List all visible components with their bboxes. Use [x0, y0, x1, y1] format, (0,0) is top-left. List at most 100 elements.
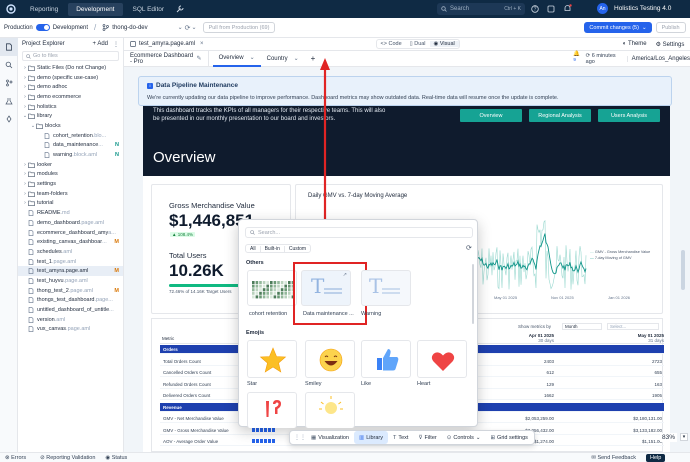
help-icon[interactable]: ?: [531, 5, 539, 13]
filter-all[interactable]: All: [246, 246, 260, 252]
tree-folder[interactable]: › demo adhoc: [18, 82, 123, 92]
emoji-card-exclamation[interactable]: [247, 392, 297, 428]
dual-mode-button[interactable]: ▯ Dual: [406, 41, 430, 47]
tree-file[interactable]: thongs_test_dashboard .page...: [18, 296, 123, 306]
tree-file[interactable]: data_maintenance... N: [18, 141, 123, 151]
maintenance-banner[interactable]: i Data Pipeline Maintenance We're curren…: [138, 76, 672, 106]
reporting-validation-item[interactable]: ⊘ Reporting Validation: [40, 455, 95, 461]
drag-handle-icon[interactable]: ⋮⋮: [294, 434, 306, 441]
filter-built-in[interactable]: Built-in: [259, 245, 284, 252]
global-search[interactable]: Search Ctrl + K: [437, 3, 525, 15]
refresh-icon[interactable]: ⟳: [466, 244, 472, 252]
settings-button[interactable]: ⚙ Settings: [656, 41, 685, 48]
tree-file[interactable]: existing_canvas_dashboar... M: [18, 237, 123, 247]
filter-button[interactable]: ⊽ Filter: [413, 431, 441, 444]
library-button[interactable]: ▥ Library: [353, 431, 388, 444]
emoji-card-smiley[interactable]: [305, 340, 355, 378]
nav-tab-sql-editor[interactable]: SQL Editor: [125, 0, 173, 18]
test-icon[interactable]: [0, 92, 18, 110]
publish-button[interactable]: Publish: [655, 22, 686, 33]
holistics-logo-icon[interactable]: [0, 0, 22, 18]
nav-button-regional-analysis[interactable]: Regional Analysis: [529, 109, 591, 122]
tab-overview[interactable]: Overview ⌄: [212, 51, 261, 67]
grid-settings-button[interactable]: ⊞ Grid settings: [485, 431, 532, 444]
controls-button[interactable]: ⊙ Controls ⌄: [442, 431, 486, 444]
visualization-button[interactable]: ▦ Visualization: [306, 431, 354, 444]
filter-select[interactable]: Select...: [607, 323, 659, 330]
popup-search-input[interactable]: Search...: [245, 227, 473, 238]
tree-file[interactable]: untitled_dashboard_of_untitle...: [18, 305, 123, 315]
nav-button-users-analysis[interactable]: Users Analysis: [598, 109, 660, 122]
tree-folder[interactable]: › Static Files (Do not Change): [18, 63, 123, 73]
notification-count[interactable]: 🔔9: [573, 51, 581, 66]
tree-folder[interactable]: › holistics: [18, 102, 123, 112]
tree-folder[interactable]: › looker: [18, 160, 123, 170]
chevron-down-icon[interactable]: ⌄: [192, 24, 197, 31]
tree-file[interactable]: warning .block.aml N: [18, 150, 123, 160]
sync-icon[interactable]: ⟳: [185, 24, 191, 32]
tree-file[interactable]: test_1 .page.aml: [18, 257, 123, 267]
tree-folder[interactable]: ⌄ blocks: [18, 121, 123, 131]
development-toggle[interactable]: [35, 24, 50, 31]
tree-file[interactable]: README .md: [18, 208, 123, 218]
nav-tab-development[interactable]: Development: [68, 2, 123, 16]
tree-folder[interactable]: › settings: [18, 179, 123, 189]
tree-file[interactable]: schedules .aml: [18, 247, 123, 257]
search-files-icon[interactable]: [0, 56, 18, 74]
tree-file[interactable]: version .aml: [18, 315, 123, 325]
chevron-down-icon[interactable]: ⌄: [178, 24, 183, 31]
emoji-card-star[interactable]: [247, 340, 297, 378]
send-feedback-item[interactable]: ✉ Send Feedback: [591, 455, 636, 461]
emoji-card-like[interactable]: [361, 340, 411, 378]
wrench-icon[interactable]: [176, 5, 184, 13]
emoji-card-heart[interactable]: [417, 340, 467, 378]
nav-tab-reporting[interactable]: Reporting: [22, 0, 66, 18]
deploy-icon[interactable]: [0, 110, 18, 128]
status-item[interactable]: ◉ Status: [105, 455, 127, 461]
tree-folder[interactable]: ⌄ library: [18, 111, 123, 121]
tree-folder[interactable]: › demo (specific use-case): [18, 73, 123, 83]
notification-icon[interactable]: [563, 4, 572, 13]
popup-scrollbar[interactable]: [472, 264, 474, 324]
text-button[interactable]: T Text: [388, 431, 413, 444]
files-icon[interactable]: [0, 38, 18, 56]
nav-button-overview[interactable]: Overview: [460, 109, 522, 122]
block-card-warning[interactable]: T: [361, 270, 411, 306]
tab-country[interactable]: Country ⌄: [261, 51, 305, 67]
commit-changes-button[interactable]: Commit changes (5) ⌄: [584, 22, 652, 33]
workspace-name[interactable]: Holistics Testing 4.0: [614, 5, 671, 12]
filter-custom[interactable]: Custom: [283, 245, 310, 252]
more-icon[interactable]: ⋮: [113, 41, 119, 48]
tree-folder[interactable]: › demo ecommerce: [18, 92, 123, 102]
tree-file[interactable]: demo_dashboard .page.aml: [18, 218, 123, 228]
timezone-selector[interactable]: America/Los_Angeles: [626, 55, 690, 62]
help-item[interactable]: Help: [645, 453, 666, 462]
avatar[interactable]: An: [597, 3, 608, 14]
tree-file[interactable]: thong_test_2 .page.aml M: [18, 286, 123, 296]
tree-file[interactable]: vux_canvas .page.aml: [18, 325, 123, 335]
add-button[interactable]: + Add: [92, 41, 108, 47]
whats-new-icon[interactable]: [547, 5, 555, 13]
minimap-icon[interactable]: ▾: [680, 433, 688, 441]
visual-mode-button[interactable]: ◉ Visual: [429, 41, 459, 47]
open-file-tab[interactable]: test_amyra.page.aml: [139, 41, 195, 47]
git-icon[interactable]: [0, 74, 18, 92]
tree-folder[interactable]: › tutorial: [18, 199, 123, 209]
emoji-card-bulb[interactable]: [305, 392, 355, 428]
zoom-level[interactable]: 83%: [660, 433, 678, 442]
code-mode-button[interactable]: <> Code: [377, 41, 406, 47]
go-to-files-input[interactable]: Go to files: [22, 51, 119, 61]
tree-file[interactable]: ecommerce_dashboard_amy a...: [18, 228, 123, 238]
tree-file[interactable]: cohort_retention .blo...: [18, 131, 123, 141]
pull-from-production-button[interactable]: Pull from Production (69): [202, 22, 276, 33]
errors-item[interactable]: ⊗ Errors: [5, 455, 26, 461]
block-card-cohort-retention[interactable]: [247, 270, 297, 306]
dashboard-title[interactable]: Ecommerce Dashboard - Pro ✎: [124, 50, 209, 67]
edit-pencil-icon[interactable]: ✎: [197, 55, 202, 62]
add-tab-button[interactable]: +: [305, 51, 322, 67]
canvas-scrollbar[interactable]: [681, 250, 685, 290]
period-select[interactable]: Month: [562, 323, 602, 330]
tree-file[interactable]: test_huyvu .page.aml: [18, 276, 123, 286]
tree-folder[interactable]: › team-folders: [18, 189, 123, 199]
close-icon[interactable]: ×: [200, 41, 204, 47]
